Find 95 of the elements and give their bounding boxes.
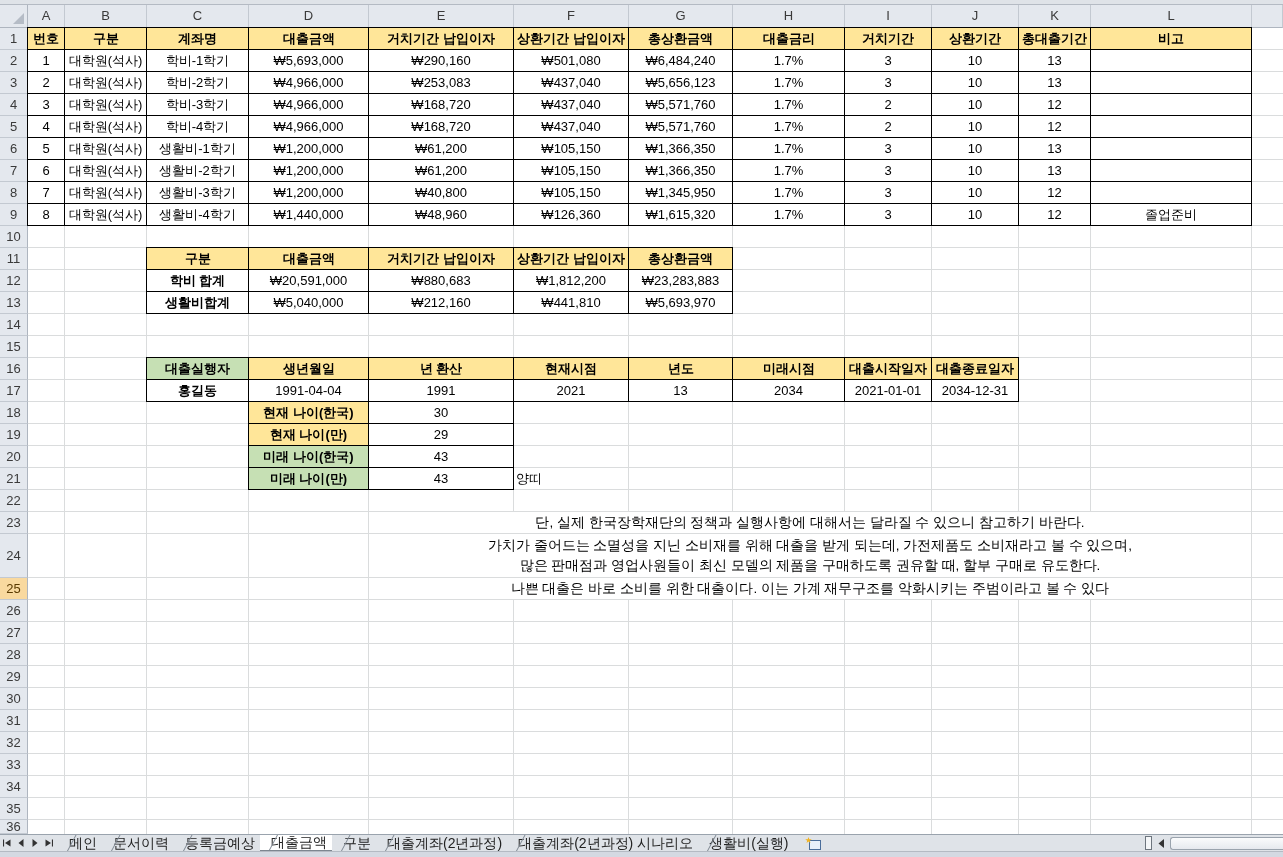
row-label-cell: 현재 나이(만): [248, 423, 369, 446]
row-header[interactable]: 25: [0, 578, 28, 600]
table-cell: 2034-12-31: [931, 379, 1019, 402]
row-header[interactable]: 2: [0, 50, 28, 72]
sheet-tab[interactable]: 생활비(실행): [698, 835, 794, 851]
column-header[interactable]: G: [629, 5, 733, 28]
row-header[interactable]: 27: [0, 622, 28, 644]
header-cell: 상환기간 납입이자: [513, 27, 629, 50]
row-header[interactable]: 30: [0, 688, 28, 710]
triangle-left-icon[interactable]: [1158, 838, 1165, 848]
row-header[interactable]: 4: [0, 94, 28, 116]
skip-to-start-icon[interactable]: [3, 839, 11, 847]
row-label-cell: 현재 나이(한국): [248, 401, 369, 424]
header-cell: 비고: [1090, 27, 1252, 50]
header-cell: 대출금리: [732, 27, 845, 50]
header-cell: 번호: [27, 27, 65, 50]
table-cell: 홍길동: [146, 379, 249, 402]
row-header[interactable]: 36: [0, 820, 28, 834]
row-header[interactable]: 16: [0, 358, 28, 380]
column-header[interactable]: K: [1019, 5, 1091, 28]
column-header[interactable]: A: [28, 5, 65, 28]
row-header[interactable]: 21: [0, 468, 28, 490]
horizontal-scrollbar[interactable]: [1170, 836, 1283, 850]
row-header[interactable]: 23: [0, 512, 28, 534]
column-header[interactable]: J: [932, 5, 1019, 28]
header-cell: 거치기간 납입이자: [368, 27, 514, 50]
header-cell: 거치기간: [844, 27, 932, 50]
skip-to-end-icon[interactable]: [45, 839, 53, 847]
row-header[interactable]: 24: [0, 534, 28, 578]
row-header[interactable]: 17: [0, 380, 28, 402]
header-cell: 년 환산: [368, 357, 514, 380]
header-cell: 대출금액: [248, 27, 369, 50]
row-header[interactable]: 22: [0, 490, 28, 512]
header-cell: 대출종료일자: [931, 357, 1019, 380]
header-cell: 상환기간 납입이자: [513, 247, 629, 270]
new-sheet-icon[interactable]: [805, 836, 822, 850]
row-label-cell: 생활비합계: [146, 291, 249, 314]
row-header[interactable]: 10: [0, 226, 28, 248]
row-header[interactable]: 1: [0, 28, 28, 50]
column-header[interactable]: B: [65, 5, 147, 28]
row-header[interactable]: 9: [0, 204, 28, 226]
sheet-tab[interactable]: 메인: [58, 835, 102, 851]
row-header[interactable]: 26: [0, 600, 28, 622]
column-header[interactable]: F: [514, 5, 629, 28]
split-handle[interactable]: [1145, 836, 1152, 850]
header-cell: 생년월일: [248, 357, 369, 380]
row-header[interactable]: 14: [0, 314, 28, 336]
row-header[interactable]: 11: [0, 248, 28, 270]
row-header[interactable]: 35: [0, 798, 28, 820]
sheet-tab[interactable]: 대출계좌(2년과정): [376, 835, 508, 851]
column-header[interactable]: C: [147, 5, 249, 28]
row-header[interactable]: 28: [0, 644, 28, 666]
header-cell: 대출금액: [248, 247, 369, 270]
row-header[interactable]: 32: [0, 732, 28, 754]
sheet-tab[interactable]: 대출계좌(2년과정) 시나리오: [507, 835, 699, 851]
header-cell: 총상환금액: [628, 247, 733, 270]
row-label-cell: 미래 나이(한국): [248, 445, 369, 468]
row-header[interactable]: 15: [0, 336, 28, 358]
column-header[interactable]: I: [845, 5, 932, 28]
row-header[interactable]: 19: [0, 424, 28, 446]
row-header[interactable]: 8: [0, 182, 28, 204]
row-header[interactable]: 3: [0, 72, 28, 94]
row-header[interactable]: 18: [0, 402, 28, 424]
triangle-right-icon[interactable]: [31, 839, 39, 847]
triangle-left-icon[interactable]: [17, 839, 25, 847]
row-header[interactable]: 33: [0, 754, 28, 776]
row-label-cell: 미래 나이(만): [248, 467, 369, 490]
row-header[interactable]: 7: [0, 160, 28, 182]
sheet-tab[interactable]: 구분: [332, 835, 376, 851]
column-header[interactable]: E: [369, 5, 514, 28]
column-header[interactable]: H: [733, 5, 845, 28]
row-header[interactable]: 29: [0, 666, 28, 688]
header-cell: 현재시점: [513, 357, 629, 380]
sheet-tab[interactable]: 대출금액: [260, 835, 332, 851]
column-header[interactable]: L: [1091, 5, 1252, 28]
table-cell: 8: [27, 203, 65, 226]
header-cell: 상환기간: [931, 27, 1019, 50]
row-header[interactable]: 12: [0, 270, 28, 292]
sheet-tab[interactable]: 등록금예상: [174, 835, 260, 851]
row-header[interactable]: 34: [0, 776, 28, 798]
header-cell: 대출시작일자: [844, 357, 932, 380]
sheet-tab[interactable]: 문서이력: [102, 835, 174, 851]
row-header[interactable]: 31: [0, 710, 28, 732]
table-cell: 졸업준비: [1090, 203, 1252, 226]
table-cell: ₩5,693,970: [628, 291, 733, 314]
row-header[interactable]: 6: [0, 138, 28, 160]
header-cell: 거치기간 납입이자: [368, 247, 514, 270]
header-cell: 미래시점: [732, 357, 845, 380]
row-header[interactable]: 20: [0, 446, 28, 468]
triangle-icon: [13, 13, 24, 24]
side-note-text: 양띠: [515, 470, 543, 488]
column-header[interactable]: D: [249, 5, 369, 28]
row-header[interactable]: 5: [0, 116, 28, 138]
table-cell: 43: [368, 467, 514, 490]
row-header[interactable]: 13: [0, 292, 28, 314]
